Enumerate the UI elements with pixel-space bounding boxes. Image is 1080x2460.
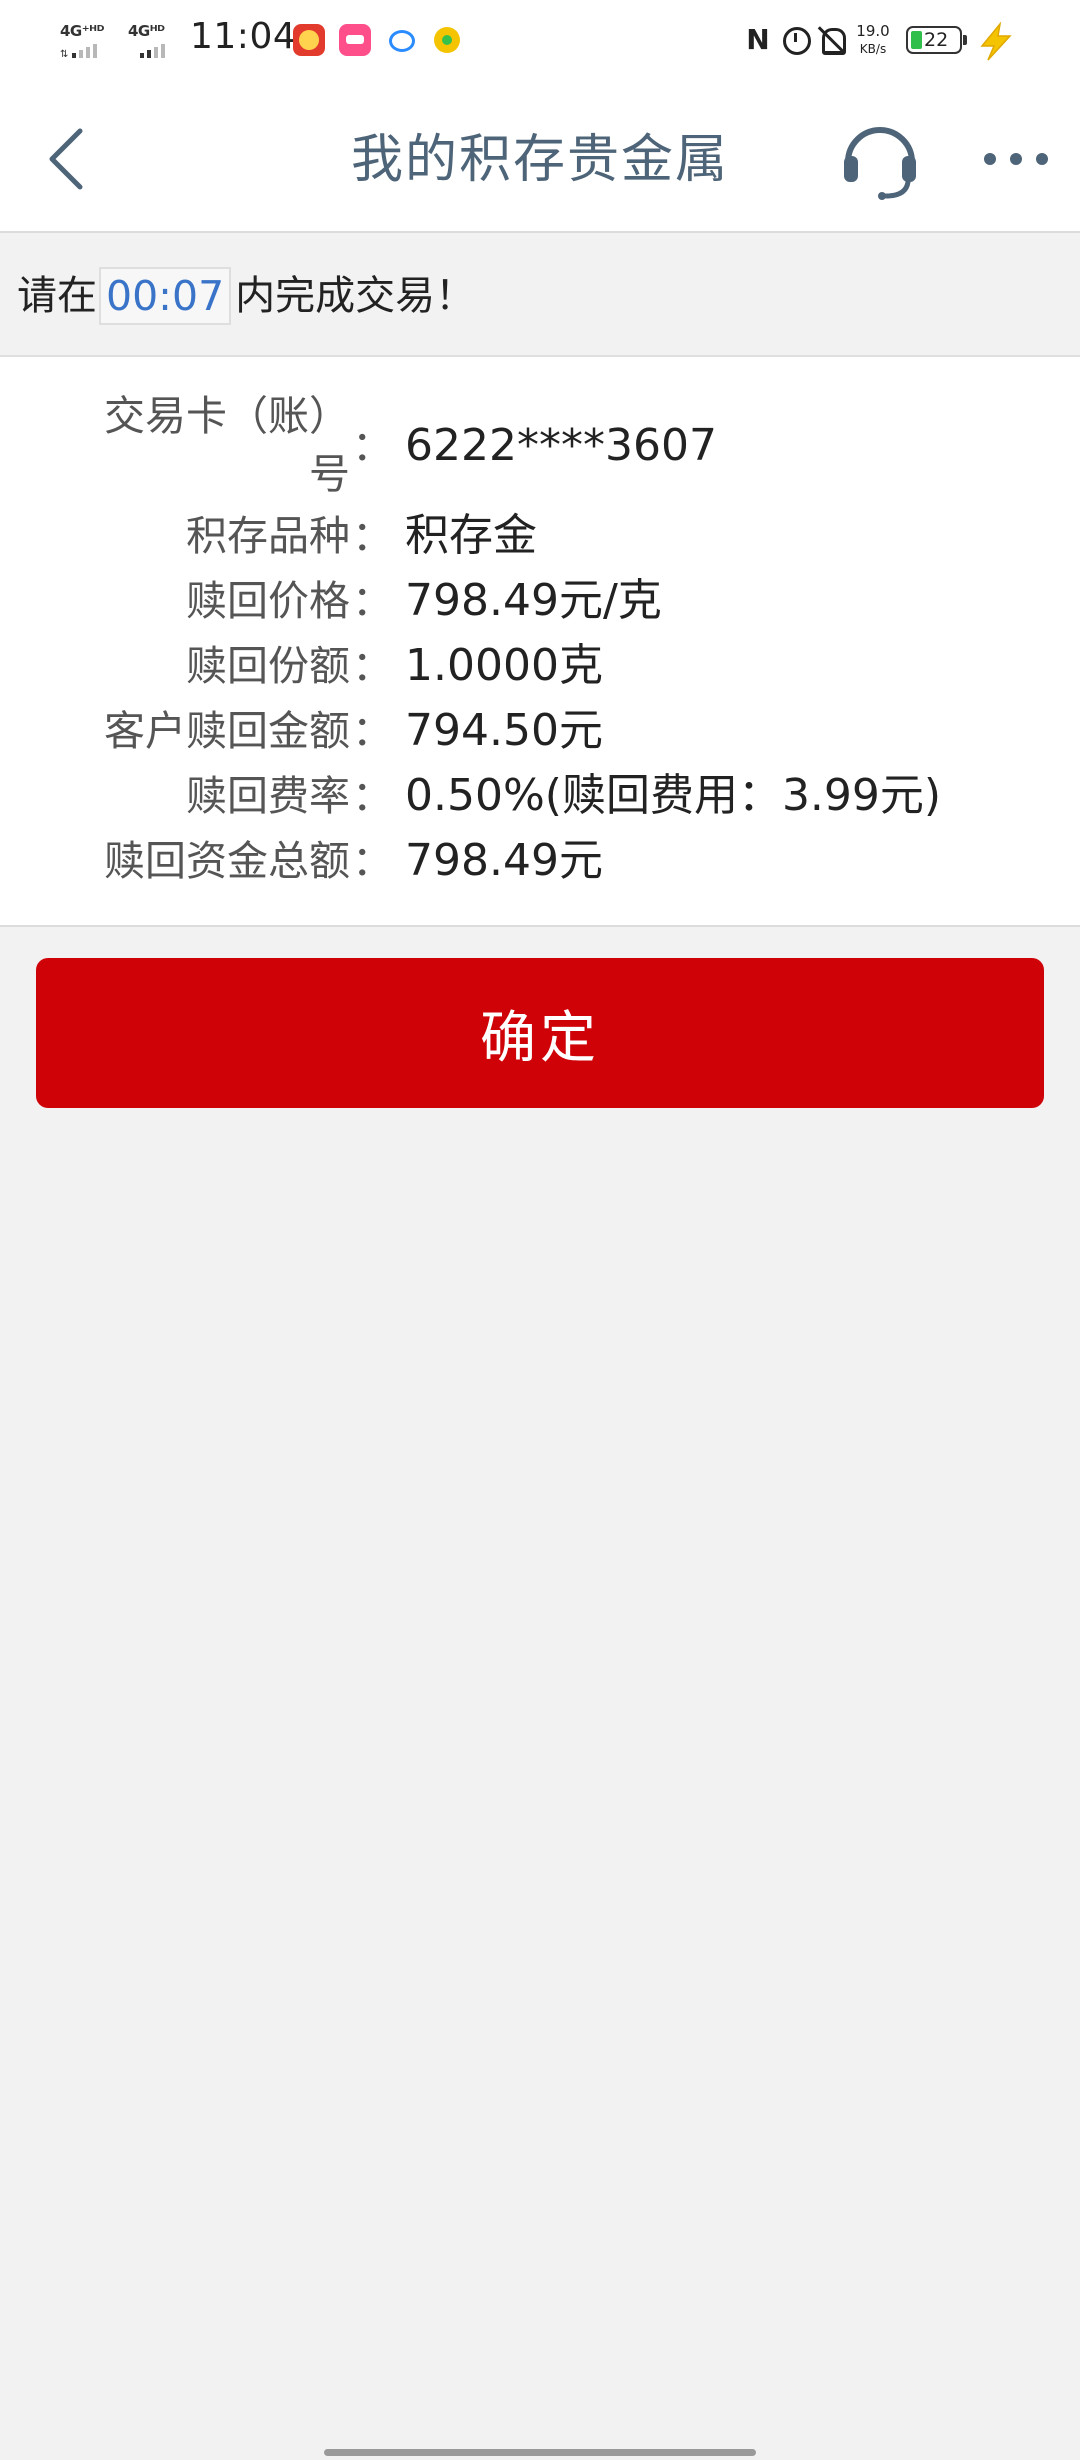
sim1-network-label: 4G⁺ᴴᴰ (60, 22, 104, 40)
nfc-icon: N (746, 23, 770, 56)
sim2-signal-icon: 4Gᴴᴰ (128, 22, 184, 58)
variety-label: 积存品种 (186, 512, 350, 560)
battery-icon: 22 (906, 26, 967, 54)
card-label: 交易卡（账） 号 (40, 387, 350, 503)
charging-icon (980, 22, 1012, 61)
mute-icon (816, 24, 848, 56)
customer-amount-label: 客户赎回金额 (104, 707, 350, 755)
net-speed-value: 19.0 (856, 22, 890, 40)
detail-colon: ： (352, 772, 393, 820)
detail-colon: ： (352, 642, 393, 690)
total-value: 798.49元 (405, 835, 603, 886)
fee-rate-value: 0.50%(赎回费用：3.99元) (405, 770, 942, 821)
net-speed: 19.0 KB/s (853, 22, 893, 58)
customer-service-headset-icon[interactable] (838, 116, 922, 200)
lala-app-icon (339, 24, 371, 56)
chat-bubble-icon (385, 24, 417, 56)
redemption-details: 交易卡（账） 号 ： 6222****3607 积存品种 ： 积存金 赎回价格 … (0, 357, 1080, 927)
detail-row-total: 赎回资金总额 ： 798.49元 (0, 832, 1080, 890)
detail-row-fee-rate: 赎回费率 ： 0.50%(赎回费用：3.99元) (0, 767, 1080, 825)
card-value: 6222****3607 (405, 420, 717, 471)
net-speed-unit: KB/s (859, 42, 887, 56)
confirm-button[interactable]: 确定 (36, 958, 1044, 1108)
nav-bar: 我的积存贵金属 (0, 80, 1080, 233)
countdown-banner: 请在 00:07 内完成交易！ (0, 233, 1080, 357)
price-value: 798.49元/克 (405, 575, 662, 626)
card-label-line1: 交易卡（账） (104, 392, 350, 440)
back-arrow-icon[interactable] (40, 123, 100, 195)
detail-row-card: 交易卡（账） 号 ： 6222****3607 (0, 387, 1080, 505)
detail-colon: ： (352, 422, 393, 470)
detail-colon: ： (352, 837, 393, 885)
data-arrows-icon: ⇅ (60, 49, 69, 60)
detail-row-variety: 积存品种 ： 积存金 (0, 507, 1080, 565)
quantity-value: 1.0000克 (405, 640, 603, 691)
fee-rate-label: 赎回费率 (186, 772, 350, 820)
sim2-network-label: 4Gᴴᴰ (128, 22, 165, 40)
status-bar: 4G⁺ᴴᴰ ⇅ 4Gᴴᴰ 11:04 N 19.0 KB/s 22 (0, 0, 1080, 80)
detail-row-customer-amount: 客户赎回金额 ： 794.50元 (0, 702, 1080, 760)
more-dots-icon[interactable] (980, 135, 1052, 183)
detail-row-price: 赎回价格 ： 798.49元/克 (0, 572, 1080, 630)
countdown-suffix: 内完成交易！ (235, 273, 476, 319)
page-title: 我的积存贵金属 (350, 130, 729, 190)
qq-music-icon (431, 24, 463, 56)
customer-amount-value: 794.50元 (405, 705, 603, 756)
countdown-prefix: 请在 (17, 273, 97, 319)
card-label-line2: 号 (309, 450, 350, 498)
detail-row-quantity: 赎回份额 ： 1.0000克 (0, 637, 1080, 695)
home-indicator[interactable] (324, 2449, 756, 2456)
status-time: 11:04 (190, 16, 297, 57)
detail-colon: ： (352, 707, 393, 755)
countdown-timer: 00:07 (99, 267, 232, 325)
detail-colon: ： (352, 512, 393, 560)
battery-level: 22 (924, 29, 949, 51)
detail-colon: ： (352, 577, 393, 625)
variety-value: 积存金 (405, 510, 537, 561)
total-label: 赎回资金总额 (104, 837, 350, 885)
alarm-icon (780, 24, 812, 56)
quantity-label: 赎回份额 (186, 642, 350, 690)
sim1-signal-icon: 4G⁺ᴴᴰ ⇅ (60, 22, 116, 60)
game-app-icon (293, 24, 325, 56)
price-label: 赎回价格 (186, 577, 350, 625)
countdown-message: 请在 00:07 内完成交易！ (17, 267, 476, 325)
